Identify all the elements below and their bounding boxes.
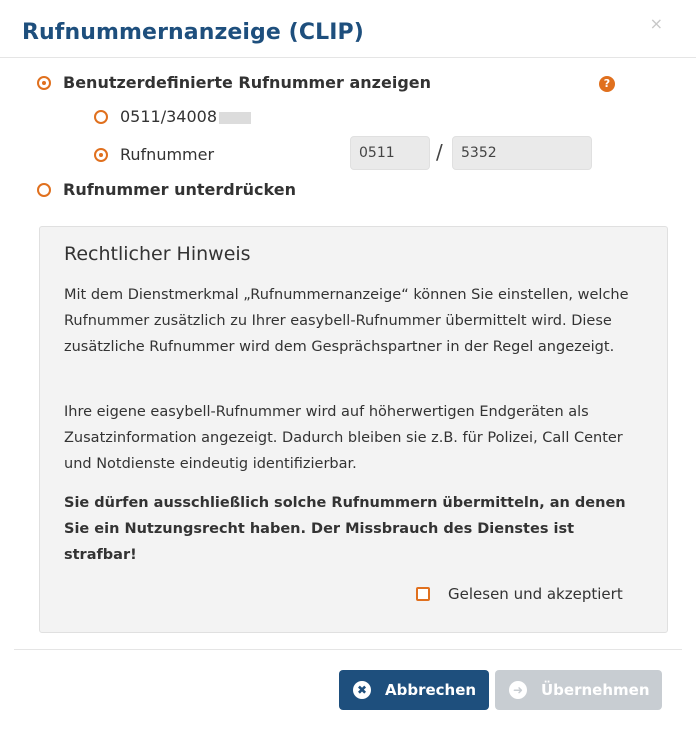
- legal-notice-warning: Sie dürfen ausschließlich solche Rufnumm…: [64, 495, 626, 563]
- radio-suppress-label: Rufnummer unterdrücken: [63, 180, 296, 199]
- dialog-header: Rufnummernanzeige (CLIP) ×: [0, 0, 696, 58]
- apply-button-label: Übernehmen: [541, 681, 650, 699]
- area-code-field[interactable]: [350, 136, 430, 170]
- cancel-icon: ✖: [353, 681, 371, 699]
- radio-custom-number[interactable]: Benutzerdefinierte Rufnummer anzeigen: [37, 73, 431, 92]
- existing-number-label: 0511/34008: [120, 107, 218, 126]
- radio-suppress-number[interactable]: Rufnummer unterdrücken: [37, 180, 296, 199]
- arrow-right-icon: ➜: [509, 681, 527, 699]
- dialog-title: Rufnummernanzeige (CLIP): [22, 20, 364, 45]
- legal-notice-paragraph: Mit dem Dienstmerkmal „Rufnummernanzeige…: [64, 287, 629, 355]
- radio-custom-number-label: Benutzerdefinierte Rufnummer anzeigen: [63, 73, 432, 92]
- radio-checked-icon[interactable]: [37, 75, 51, 90]
- cancel-button[interactable]: ✖ Abbrechen: [339, 670, 489, 710]
- clip-dialog: Rufnummernanzeige (CLIP) × Benutzerdefin…: [0, 0, 696, 750]
- masked-digits: [219, 111, 252, 124]
- existing-number-wrap: 0511/34008: [120, 107, 252, 126]
- legal-notice-paragraph: Ihre eigene easybell-Rufnummer wird auf …: [64, 404, 623, 472]
- radio-custom-input[interactable]: Rufnummer: [94, 145, 214, 164]
- phone-number-field[interactable]: [452, 136, 592, 170]
- accept-checkbox-label: Gelesen und akzeptiert: [448, 585, 623, 603]
- radio-checked-icon[interactable]: [94, 147, 108, 162]
- footer-divider: [14, 649, 682, 650]
- help-icon[interactable]: ?: [599, 76, 615, 92]
- radio-existing-number[interactable]: 0511/34008: [94, 107, 252, 126]
- legal-notice-title: Rechtlicher Hinweis: [64, 243, 251, 265]
- cancel-button-label: Abbrechen: [385, 681, 477, 699]
- number-separator: /: [436, 140, 443, 164]
- radio-unchecked-icon[interactable]: [37, 182, 51, 197]
- checkbox-icon[interactable]: [416, 587, 430, 601]
- accept-checkbox[interactable]: Gelesen und akzeptiert: [416, 585, 623, 603]
- apply-button[interactable]: ➜ Übernehmen: [495, 670, 662, 710]
- legal-notice-panel: Rechtlicher Hinweis Mit dem Dienstmerkma…: [39, 226, 668, 633]
- custom-input-label: Rufnummer: [120, 145, 215, 164]
- radio-unchecked-icon[interactable]: [94, 109, 108, 124]
- close-icon[interactable]: ×: [650, 16, 663, 32]
